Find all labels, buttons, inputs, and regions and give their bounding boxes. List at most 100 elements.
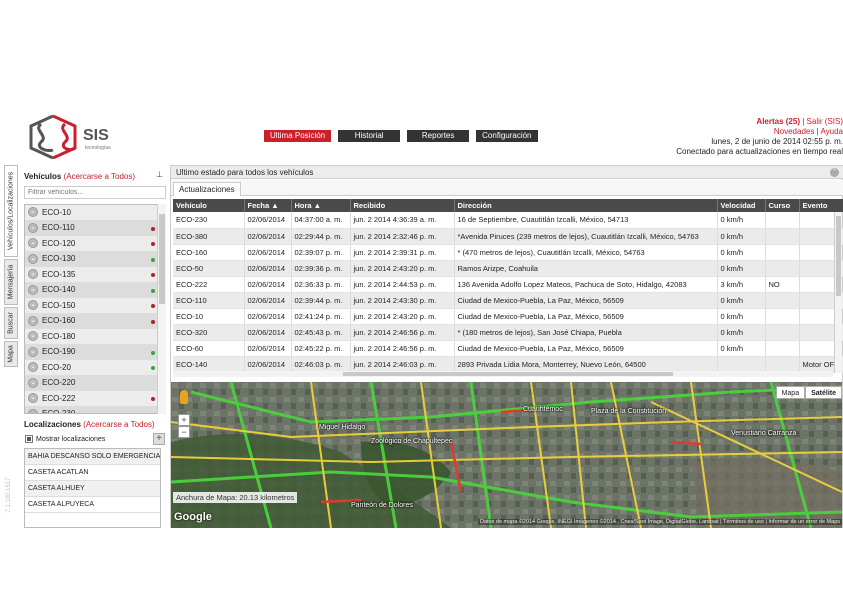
- nav-reportes[interactable]: Reportes: [407, 130, 470, 142]
- checkbox-icon: [25, 435, 33, 443]
- vehicle-list-item[interactable]: ⌄ ECO-220: [25, 375, 163, 391]
- expand-chevron-icon[interactable]: ⌄: [28, 253, 38, 264]
- vehicle-name: ECO-140: [42, 285, 76, 295]
- map-scale-label: Anchura de Mapa: 20.13 kilometros: [173, 492, 298, 503]
- news-link[interactable]: Novedades: [774, 127, 814, 136]
- vehicle-name: ECO-230: [42, 409, 76, 414]
- vehicle-list-item[interactable]: ⌄ ECO-180: [25, 329, 163, 345]
- vtab-mensajeria[interactable]: Mensajería: [4, 259, 18, 305]
- nav-configuracion[interactable]: Configuración: [476, 130, 538, 142]
- grid-column-header[interactable]: Vehículo: [173, 199, 245, 212]
- vehicle-list-item[interactable]: ⌄ ECO-130: [25, 251, 163, 267]
- expand-chevron-icon[interactable]: ⌄: [28, 284, 38, 295]
- expand-chevron-icon[interactable]: ⌄: [28, 408, 38, 413]
- vtab-label: Buscar: [7, 312, 15, 334]
- grid-vertical-scrollbar[interactable]: [834, 212, 842, 373]
- tab-row: Actualizaciones: [171, 180, 843, 196]
- vehicle-list-item[interactable]: ⌄ ECO-110: [25, 220, 163, 236]
- vtab-vehiculos-localizaciones[interactable]: Vehículos/Localizaciones: [4, 165, 18, 257]
- table-cell: 02:46:03 p. m.: [291, 356, 351, 373]
- table-cell: 02/06/2014: [244, 228, 292, 245]
- grid-column-header[interactable]: Recibido: [350, 199, 455, 212]
- location-list-item[interactable]: CASETA ACATLAN: [25, 465, 160, 481]
- table-row[interactable]: ECO-10 02/06/2014 02:41:24 p. m. jun. 2 201…: [173, 308, 843, 325]
- help-link[interactable]: Ayuda: [820, 127, 843, 136]
- app-root: SIS tecnologías Ultima Posición Historia…: [0, 0, 843, 600]
- grid-column-header[interactable]: Velocidad: [717, 199, 766, 212]
- status-dot-icon: [151, 257, 155, 262]
- map-type-map-button[interactable]: Mapa: [775, 386, 806, 399]
- map-view[interactable]: + − Mapa Satélite Miguel Hidalgo Zoológi…: [171, 382, 842, 528]
- grid-horizontal-scrollbar[interactable]: [173, 371, 833, 377]
- show-locations-checkbox[interactable]: Mostrar localizaciones: [25, 435, 105, 443]
- table-cell: 02/06/2014: [244, 244, 292, 261]
- map-attribution[interactable]: Datos de mapa ©2014 Google, INEGI Imágen…: [478, 519, 842, 525]
- vehicle-list-item[interactable]: ⌄ ECO-150: [25, 298, 163, 314]
- collapse-icon[interactable]: ⌃: [830, 168, 839, 177]
- vehicles-title: Vehículos (Acercarse a Todos): [24, 172, 136, 181]
- version-label: 7.1.100.1517: [6, 477, 12, 513]
- expand-chevron-icon[interactable]: ⌄: [28, 222, 38, 233]
- map-type-satellite-button[interactable]: Satélite: [805, 386, 842, 399]
- zoom-in-button[interactable]: +: [178, 414, 190, 426]
- vehicle-list-item[interactable]: ⌄ ECO-140: [25, 282, 163, 298]
- vehicle-list-item[interactable]: ⌄ ECO-10: [25, 205, 163, 221]
- vehicles-zoom-all-link[interactable]: (Acercarse a Todos): [64, 172, 135, 181]
- vehicle-filter-input[interactable]: [24, 186, 166, 199]
- vehicle-list-scrollbar[interactable]: [157, 204, 166, 414]
- table-row[interactable]: ECO-222 02/06/2014 02:36:33 p. m. jun. 2 20…: [173, 276, 843, 293]
- nav-ultima-posicion[interactable]: Ultima Posición: [264, 130, 332, 142]
- table-row[interactable]: ECO-230 02/06/2014 04:37:00 a. m. jun. 2 20…: [173, 212, 843, 229]
- vehicle-list-item[interactable]: ⌄ ECO-222: [25, 391, 163, 407]
- expand-chevron-icon[interactable]: ⌄: [28, 377, 38, 388]
- vehicle-list-item[interactable]: ⌄ ECO-20: [25, 360, 163, 376]
- table-row[interactable]: ECO-110 02/06/2014 02:39:44 p. m. jun. 2 20…: [173, 292, 843, 309]
- logout-link[interactable]: Salir (SIS): [807, 117, 843, 126]
- table-row[interactable]: ECO-50 02/06/2014 02:39:36 p. m. jun. 2 201…: [173, 260, 843, 277]
- table-row[interactable]: ECO-320 02/06/2014 02:45:43 p. m. jun. 2 20…: [173, 324, 843, 341]
- table-cell: 02/06/2014: [244, 324, 292, 341]
- table-row[interactable]: ECO-160 02/06/2014 02:39:07 p. m. jun. 2 20…: [173, 244, 843, 261]
- expand-chevron-icon[interactable]: ⌄: [28, 346, 38, 357]
- street-view-pegman-icon[interactable]: [180, 390, 188, 404]
- table-cell: 0 km/h: [717, 292, 766, 309]
- grid-column-header[interactable]: Evento: [799, 199, 843, 212]
- table-cell: 02/06/2014: [244, 356, 292, 373]
- expand-chevron-icon[interactable]: ⌄: [28, 300, 38, 311]
- expand-chevron-icon[interactable]: ⌄: [28, 315, 38, 326]
- table-cell: [717, 356, 766, 373]
- status-dot-icon: [151, 304, 155, 308]
- location-list-item[interactable]: CASETA ALPUYECA: [25, 497, 160, 513]
- table-row[interactable]: ECO-60 02/06/2014 02:45:22 p. m. jun. 2 201…: [173, 340, 843, 357]
- grid-column-header[interactable]: Hora ▲: [291, 199, 351, 212]
- vehicle-list-item[interactable]: ⌄ ECO-160: [25, 313, 163, 329]
- expand-chevron-icon[interactable]: ⌄: [28, 331, 38, 342]
- location-list-item[interactable]: BAHIA DESCANSO SOLO EMERGENCIA: [25, 449, 160, 465]
- vehicle-name: ECO-135: [42, 269, 76, 279]
- vtab-mapa[interactable]: Mapa: [4, 341, 18, 367]
- vehicle-list-item[interactable]: ⌄ ECO-135: [25, 267, 163, 283]
- locations-zoom-all-link[interactable]: (Acercarse a Todos): [83, 420, 154, 429]
- grid-column-header[interactable]: Fecha ▲: [244, 199, 292, 212]
- vtab-buscar[interactable]: Buscar: [4, 307, 18, 339]
- alerts-link[interactable]: Alertas (25): [756, 117, 800, 126]
- expand-chevron-icon[interactable]: ⌄: [28, 207, 38, 218]
- grid-column-header[interactable]: Curso: [765, 199, 800, 212]
- expand-chevron-icon[interactable]: ⌄: [28, 238, 38, 249]
- expand-chevron-icon[interactable]: ⌄: [28, 362, 38, 373]
- vehicle-list-item[interactable]: ⌄ ECO-230: [25, 406, 163, 414]
- pin-icon[interactable]: ⊥: [156, 170, 163, 179]
- table-row[interactable]: ECO-380 02/06/2014 02:29:44 p. m. jun. 2 20…: [173, 228, 843, 245]
- tab-actualizaciones[interactable]: Actualizaciones: [173, 182, 241, 196]
- table-row[interactable]: ECO-140 02/06/2014 02:46:03 p. m. jun. 2 20…: [173, 356, 843, 373]
- vehicle-list-item[interactable]: ⌄ ECO-120: [25, 236, 163, 252]
- zoom-out-button[interactable]: −: [178, 426, 190, 438]
- expand-chevron-icon[interactable]: ⌄: [28, 393, 38, 404]
- location-list-item[interactable]: CASETA ALHUEY: [25, 481, 160, 497]
- status-dot-icon: [151, 350, 155, 355]
- add-location-button[interactable]: +: [153, 433, 165, 445]
- nav-historial[interactable]: Historial: [338, 130, 401, 142]
- grid-column-header[interactable]: Dirección: [454, 199, 718, 212]
- expand-chevron-icon[interactable]: ⌄: [28, 269, 38, 280]
- vehicle-list-item[interactable]: ⌄ ECO-190: [25, 344, 163, 360]
